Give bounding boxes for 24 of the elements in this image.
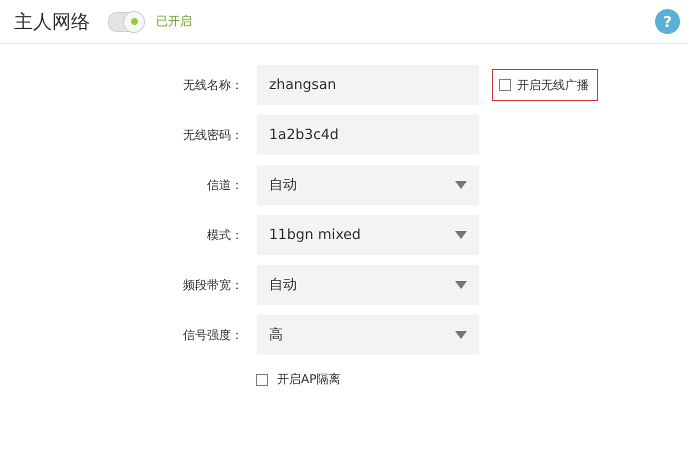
input-field[interactable]: 1a2b3c4d [257,115,479,155]
broadcast-option[interactable]: 开启无线广播 [492,69,598,101]
field-label: 无线名称： [182,76,244,94]
field-label: 模式： [206,226,244,244]
checkbox[interactable] [256,374,268,386]
field-label: 频段带宽： [182,276,244,294]
status-text: 已开启 [156,13,192,30]
select-field[interactable]: 11bgn mixed [257,215,479,255]
dropdown-arrow-icon [455,181,467,189]
field-label: 信道： [206,176,244,194]
select-field[interactable]: 高 [257,315,479,355]
field-label: 无线密码： [182,126,244,144]
option-label: 开启AP隔离 [277,371,340,388]
dropdown-arrow-icon [455,331,467,339]
dropdown-arrow-icon [455,231,467,239]
select-field[interactable]: 自动 [257,165,479,205]
option-label: 开启无线广播 [517,76,589,94]
checkbox[interactable] [499,79,511,91]
toggle-switch[interactable] [108,12,144,32]
page-title: 主人网络 [14,10,90,34]
dropdown-arrow-icon [455,281,467,289]
input-field[interactable]: zhangsan [257,65,479,105]
select-field[interactable]: 自动 [257,265,479,305]
field-label: 信号强度： [182,326,244,344]
